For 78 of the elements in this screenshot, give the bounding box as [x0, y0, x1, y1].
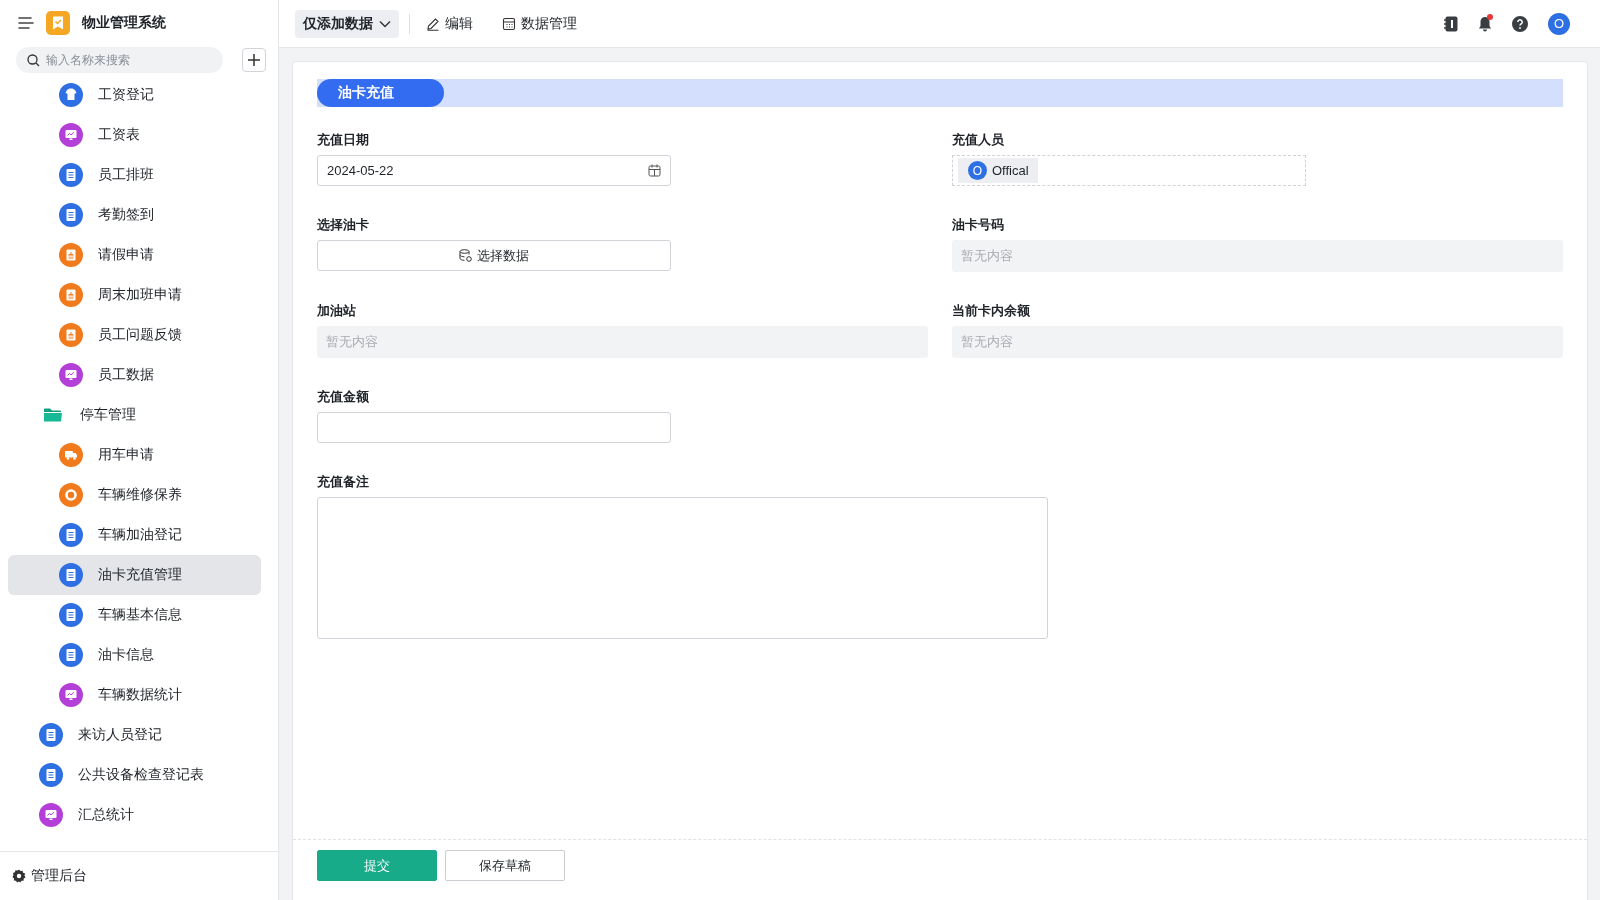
- sidebar-item[interactable]: 车辆维修保养: [8, 475, 261, 515]
- pencil-icon: [426, 16, 440, 31]
- help-icon[interactable]: [1512, 15, 1528, 32]
- field-label: 充值备注: [317, 473, 370, 489]
- sidebar-item[interactable]: 工资表: [8, 115, 261, 155]
- truck-icon: [59, 443, 83, 467]
- date-field[interactable]: 2024-05-22: [317, 155, 671, 186]
- sidebar-item[interactable]: 员工问题反馈: [8, 315, 261, 355]
- field-label: 充值人员: [952, 131, 1005, 147]
- admin-link[interactable]: 管理后台: [0, 851, 278, 900]
- calendar-icon: [648, 164, 661, 177]
- mode-dropdown[interactable]: 仅添加数据: [295, 9, 399, 38]
- document-icon: [59, 603, 83, 627]
- readonly-field: 暂无内容: [317, 326, 928, 358]
- sidebar-item[interactable]: 用车申请: [8, 435, 261, 475]
- sidebar-item[interactable]: 车辆基本信息: [8, 595, 261, 635]
- document-icon: [59, 643, 83, 667]
- app-title: 物业管理系统: [82, 14, 166, 32]
- field-label: 加油站: [317, 302, 357, 318]
- folder-icon: [43, 407, 63, 423]
- chart-monitor-icon: [59, 683, 83, 707]
- sidebar-item[interactable]: 周末加班申请: [8, 275, 261, 315]
- sidebar-item[interactable]: 油卡充值管理: [8, 555, 261, 595]
- sidebar-item[interactable]: 车辆数据统计: [8, 675, 261, 715]
- document-icon: [59, 563, 83, 587]
- sidebar-item[interactable]: 车辆加油登记: [8, 515, 261, 555]
- readonly-field: 暂无内容: [952, 326, 1563, 358]
- ring-icon: [59, 483, 83, 507]
- chart-monitor-icon: [39, 803, 63, 827]
- toolbar-button[interactable]: 编辑: [426, 14, 473, 33]
- document-icon: [59, 163, 83, 187]
- bell-icon: [1478, 15, 1492, 32]
- chart-monitor-icon: [59, 363, 83, 387]
- sidebar-item[interactable]: 员工排班: [8, 155, 261, 195]
- user-field[interactable]: O Offical: [952, 155, 1306, 186]
- select-data-button[interactable]: 选择数据: [317, 240, 671, 271]
- clipboard-icon: [59, 323, 83, 347]
- document-icon: [39, 763, 63, 787]
- input-field[interactable]: [317, 412, 671, 443]
- sidebar-item[interactable]: 请假申请: [8, 235, 261, 275]
- sidebar-item[interactable]: 来访人员登记: [8, 715, 261, 755]
- add-button[interactable]: [242, 48, 266, 72]
- toolbar-button[interactable]: 数据管理: [502, 14, 577, 33]
- plus-icon: [247, 53, 261, 67]
- sidebar-item[interactable]: 汇总统计: [8, 795, 261, 835]
- sidebar-item[interactable]: 工资登记: [8, 75, 261, 115]
- notification-button[interactable]: [1478, 15, 1492, 32]
- field-label: 充值日期: [317, 131, 370, 147]
- clipboard-icon: [59, 283, 83, 307]
- user-avatar[interactable]: O: [1548, 12, 1570, 35]
- sidebar-item[interactable]: 公共设备检查登记表: [8, 755, 261, 795]
- document-icon: [39, 723, 63, 747]
- field-label: 充值金额: [317, 388, 370, 404]
- clipboard-icon: [59, 243, 83, 267]
- readonly-field: 暂无内容: [952, 240, 1563, 272]
- search-icon: [27, 53, 40, 67]
- document-icon: [59, 203, 83, 227]
- sidebar-item[interactable]: 员工数据: [8, 355, 261, 395]
- settings-icon: [12, 869, 26, 883]
- chevron-down-icon: [379, 19, 391, 28]
- shirt-icon: [59, 83, 83, 107]
- app-logo-icon: [46, 11, 70, 35]
- save-draft-button[interactable]: 保存草稿: [445, 850, 565, 881]
- notebook-icon[interactable]: [1444, 15, 1458, 32]
- sidebar-item[interactable]: 停车管理: [8, 395, 261, 435]
- section-title: 油卡充值: [317, 79, 444, 107]
- sidebar-item[interactable]: 考勤签到: [8, 195, 261, 235]
- field-label: 油卡号码: [952, 216, 1005, 232]
- avatar-icon: O: [968, 161, 987, 180]
- user-tag: O Offical: [958, 158, 1038, 183]
- field-label: 选择油卡: [317, 216, 370, 232]
- field-label: 当前卡内余额: [952, 302, 1031, 318]
- database-icon: [459, 249, 472, 262]
- table-icon: [502, 16, 516, 31]
- menu-icon[interactable]: [18, 16, 34, 30]
- sidebar-item[interactable]: 油卡信息: [8, 635, 261, 675]
- document-icon: [59, 523, 83, 547]
- chart-monitor-icon: [59, 123, 83, 147]
